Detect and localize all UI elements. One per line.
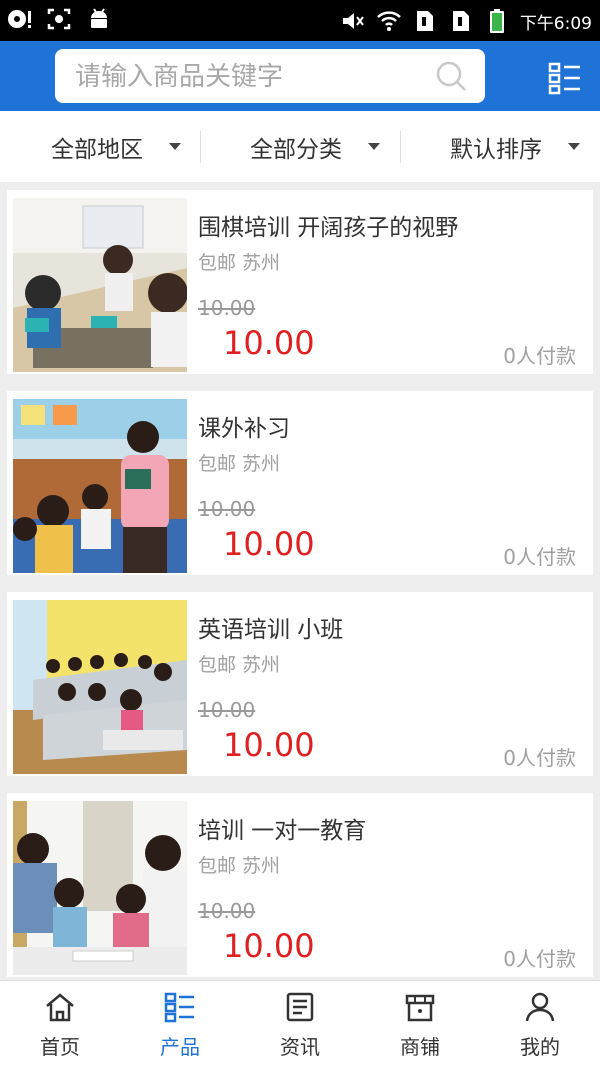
- status-right-icons: 下午6:09: [340, 8, 592, 34]
- tab-home-label: 首页: [40, 1035, 80, 1059]
- product-price: 10.00: [223, 927, 315, 965]
- product-price: 10.00: [223, 525, 315, 563]
- sim2-icon: [448, 8, 474, 34]
- product-image-english-class[interactable]: [13, 600, 187, 774]
- filter-divider: [200, 131, 201, 163]
- tab-mine-label: 我的: [520, 1035, 560, 1059]
- product-list-icon: [164, 992, 194, 1023]
- filter-category[interactable]: 全部分类: [250, 111, 380, 182]
- android-icon: [86, 6, 112, 32]
- product-original-price: 10.00: [198, 497, 256, 521]
- status-left-icons: [6, 6, 112, 32]
- chevron-down-icon: [169, 143, 181, 150]
- product-original-price: 10.00: [198, 899, 256, 923]
- product-item[interactable]: 课外补习 包邮 苏州 10.00 10.00 0人付款: [7, 391, 593, 575]
- sim1-icon: [412, 8, 438, 34]
- user-icon: [525, 992, 555, 1022]
- product-image-one-on-one[interactable]: [13, 801, 187, 975]
- search-input[interactable]: [73, 49, 417, 105]
- search-box[interactable]: [55, 49, 485, 105]
- product-original-price: 10.00: [198, 296, 256, 320]
- product-title[interactable]: 培训 一对一教育: [198, 811, 366, 845]
- product-paid-count: 0人付款: [503, 344, 576, 368]
- product-price: 10.00: [223, 324, 315, 362]
- filter-divider: [400, 131, 401, 163]
- filter-region-label: 全部地区: [51, 136, 143, 163]
- product-location: 包邮 苏州: [198, 252, 281, 274]
- tab-shop[interactable]: 商铺: [360, 981, 480, 1068]
- filter-sort-label: 默认排序: [450, 136, 542, 163]
- status-time: 下午6:09: [519, 13, 592, 34]
- news-icon: [286, 992, 314, 1022]
- product-image-tutoring[interactable]: [13, 399, 187, 573]
- tab-products[interactable]: 产品: [120, 981, 240, 1068]
- filter-category-label: 全部分类: [250, 136, 342, 163]
- tab-products-label: 产品: [160, 1035, 200, 1059]
- tab-news-label: 资讯: [280, 1035, 320, 1059]
- product-item[interactable]: 围棋培训 开阔孩子的视野 包邮 苏州 10.00 10.00 0人付款: [7, 190, 593, 374]
- chevron-down-icon: [568, 143, 580, 150]
- mute-icon: [340, 8, 366, 34]
- product-location: 包邮 苏州: [198, 654, 281, 676]
- product-location: 包邮 苏州: [198, 453, 281, 475]
- product-paid-count: 0人付款: [503, 545, 576, 569]
- product-location: 包邮 苏州: [198, 855, 281, 877]
- product-image-go-class[interactable]: [13, 198, 187, 372]
- tab-shop-label: 商铺: [400, 1035, 440, 1059]
- product-paid-count: 0人付款: [503, 746, 576, 770]
- search-icon[interactable]: [435, 60, 467, 92]
- product-paid-count: 0人付款: [503, 947, 576, 971]
- filter-region[interactable]: 全部地区: [51, 111, 181, 182]
- sim-disc-icon: [6, 6, 32, 32]
- status-bar: 下午6:09: [0, 0, 600, 41]
- filter-bar: 全部地区 全部分类 默认排序: [0, 111, 600, 182]
- tab-mine[interactable]: 我的: [480, 981, 600, 1068]
- product-title[interactable]: 围棋培训 开阔孩子的视野: [198, 208, 458, 242]
- product-title[interactable]: 课外补习: [198, 409, 290, 443]
- battery-icon: [484, 8, 510, 34]
- product-title[interactable]: 英语培训 小班: [198, 610, 343, 644]
- tab-home[interactable]: 首页: [0, 981, 120, 1068]
- product-original-price: 10.00: [198, 698, 256, 722]
- filter-sort[interactable]: 默认排序: [450, 111, 580, 182]
- tab-news[interactable]: 资讯: [240, 981, 360, 1068]
- product-price: 10.00: [223, 726, 315, 764]
- top-bar: [0, 41, 600, 111]
- bottom-tab-bar: 首页 产品 资讯 商铺 我的: [0, 980, 600, 1068]
- product-item[interactable]: 英语培训 小班 包邮 苏州 10.00 10.00 0人付款: [7, 592, 593, 776]
- product-item[interactable]: 培训 一对一教育 包邮 苏州 10.00 10.00 0人付款: [7, 793, 593, 977]
- wifi-icon: [376, 8, 402, 34]
- chevron-down-icon: [368, 143, 380, 150]
- home-icon: [46, 993, 74, 1022]
- screenshot-icon: [46, 6, 72, 32]
- shop-icon: [405, 994, 435, 1022]
- category-menu-icon[interactable]: [548, 61, 582, 95]
